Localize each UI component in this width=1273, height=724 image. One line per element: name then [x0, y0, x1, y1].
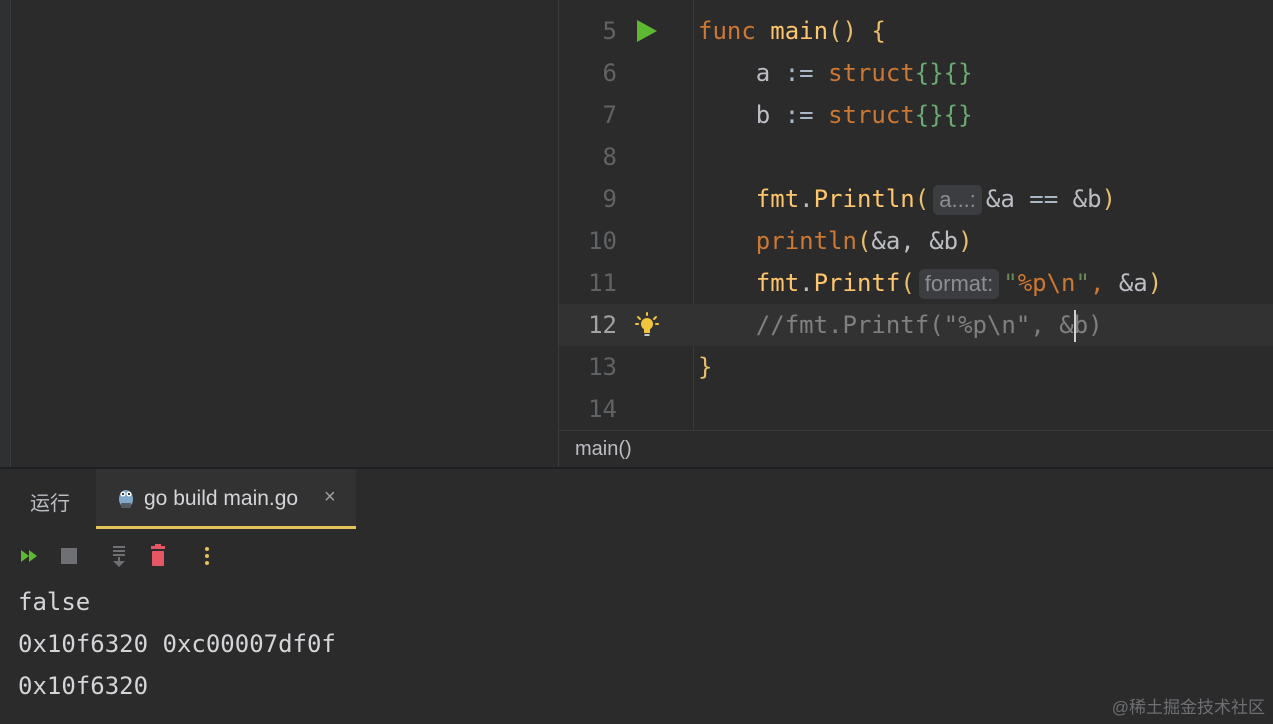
code-line[interactable]: 9 fmt.Println(a...: &a == &b) — [559, 178, 1273, 220]
project-pane — [0, 0, 558, 467]
tab-label: go build main.go — [144, 487, 299, 510]
breadcrumb-bar: main() — [559, 430, 1273, 467]
code-line[interactable]: 11 fmt.Printf(format: "%p\n", &a) — [559, 262, 1273, 304]
delete-icon[interactable] — [146, 543, 170, 569]
code-text: fmt.Printf(format: "%p\n", &a) — [755, 269, 1163, 299]
parameter-hint: a...: — [933, 185, 982, 215]
tool-window-stripe — [0, 0, 11, 467]
tab-go-build-main[interactable]: go build main.go × — [96, 469, 356, 529]
line-number: 14 — [588, 395, 617, 423]
breadcrumb-function[interactable]: main() — [575, 438, 632, 461]
run-panel-title: 运行 — [30, 493, 70, 515]
code-text: //fmt.Printf("%p\n", &b) — [698, 304, 1103, 346]
lightbulb-icon[interactable] — [635, 312, 659, 338]
rerun-icon[interactable] — [18, 543, 42, 569]
line-number: 13 — [588, 353, 617, 381]
line-number: 9 — [602, 185, 617, 213]
code-text: func main() { — [698, 17, 886, 45]
gopher-icon — [119, 490, 133, 508]
code-line[interactable]: 8 — [559, 136, 1273, 178]
parameter-hint: format: — [918, 269, 1000, 299]
code-text: b := struct{}{} — [755, 101, 973, 129]
line-number: 6 — [602, 59, 617, 87]
code-line[interactable]: 10 println(&a, &b) — [559, 220, 1273, 262]
code-line-active[interactable]: 12 //fmt.Printf("%p\n", &b) — [559, 304, 1273, 346]
console-line: false — [18, 588, 91, 616]
line-number: 8 — [602, 143, 617, 171]
console-output[interactable]: false 0x10f6320 0xc00007df0f 0x10f6320 — [18, 581, 336, 707]
code-text: println(&a, &b) — [755, 227, 973, 255]
scroll-to-end-icon[interactable] — [107, 543, 131, 569]
console-line: 0x10f6320 — [18, 672, 149, 700]
run-gutter-icon[interactable] — [635, 18, 659, 44]
code-text: } — [698, 353, 713, 381]
tab-selected-indicator — [96, 526, 356, 529]
close-icon[interactable]: × — [324, 486, 336, 509]
code-line[interactable]: 13 } — [559, 346, 1273, 388]
watermark: @稀土掘金技术社区 — [1111, 698, 1265, 717]
line-number: 5 — [602, 17, 617, 45]
code-line[interactable]: 6 a := struct{}{} — [559, 52, 1273, 94]
line-number: 7 — [602, 101, 617, 129]
code-line[interactable]: 14 — [559, 388, 1273, 430]
code-text: fmt.Println(a...: &a == &b) — [755, 185, 1116, 215]
line-number: 12 — [588, 311, 617, 339]
code-line[interactable]: 7 b := struct{}{} — [559, 94, 1273, 136]
stop-icon[interactable] — [57, 543, 81, 569]
more-options-icon[interactable] — [195, 543, 219, 569]
console-line: 0x10f6320 0xc00007df0f — [18, 630, 336, 658]
line-number: 11 — [588, 269, 617, 297]
run-toolbar — [0, 539, 260, 573]
code-text: a := struct{}{} — [755, 59, 973, 87]
code-editor[interactable]: 5 func main() { 6 a := struct{}{} 7 b :=… — [559, 0, 1273, 430]
run-tool-window: 运行 go build main.go × false 0x10f6320 0x… — [0, 469, 1273, 724]
line-number: 10 — [588, 227, 617, 255]
code-line[interactable]: 5 func main() { — [559, 10, 1273, 52]
